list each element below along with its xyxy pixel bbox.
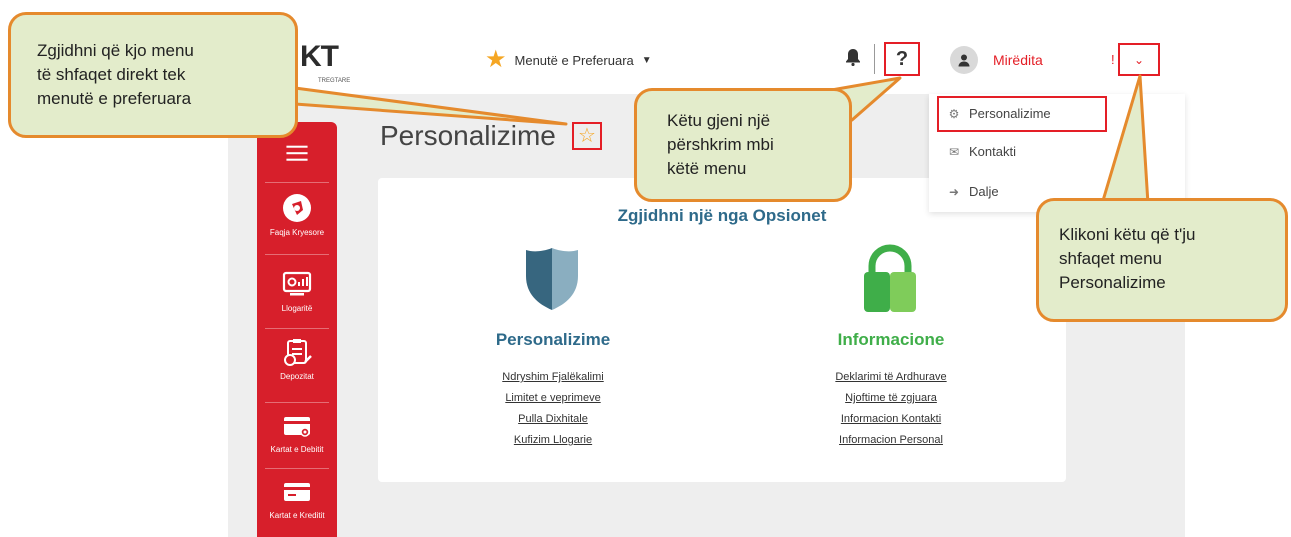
callout-line: Personalizime — [1059, 273, 1166, 292]
callout-line: të shfaqet direkt tek — [37, 65, 186, 84]
callout-line: Klikoni këtu që t'ju — [1059, 225, 1196, 244]
callout-line: Zgjidhni që kjo menu — [37, 41, 194, 60]
callout-personalize: Klikoni këtu që t'ju shfaqet menu Person… — [1036, 198, 1288, 322]
callout-line: shfaqet menu — [1059, 249, 1163, 268]
callout-favorite: Zgjidhni që kjo menu të shfaqet direkt t… — [8, 12, 298, 138]
callout-help: Këtu gjeni një përshkrim mbi këtë menu — [634, 88, 852, 202]
callout-line: Këtu gjeni një — [667, 111, 771, 130]
callout-line: përshkrim mbi — [667, 135, 774, 154]
callout-line: menutë e preferuara — [37, 89, 192, 108]
callout-line: këtë menu — [667, 159, 747, 178]
